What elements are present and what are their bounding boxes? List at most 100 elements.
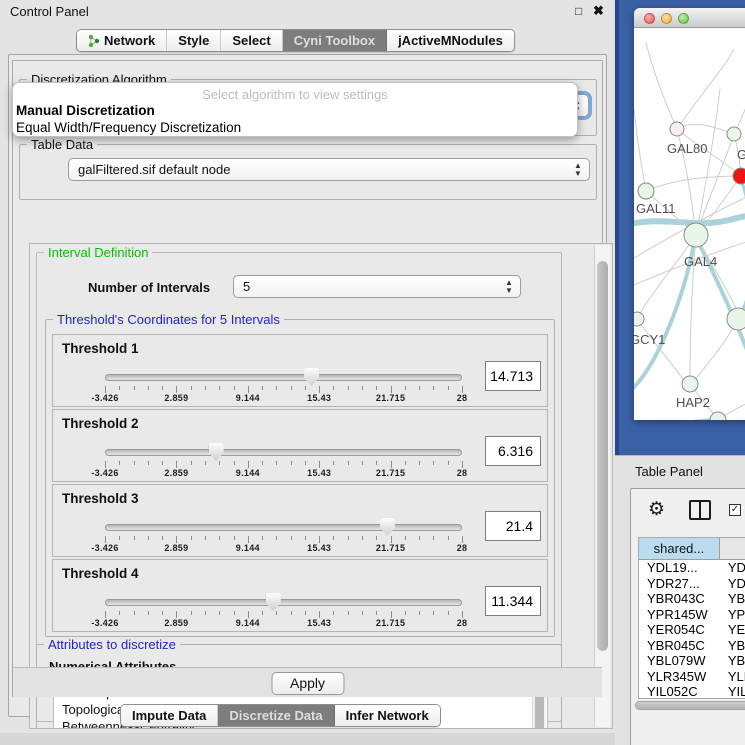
table-cell: YDR2 (720, 576, 745, 592)
table-cell: YER054C (639, 622, 720, 638)
screen: Control Panel □ ✖ Network Style Select Cyni… (0, 0, 745, 745)
tab-label: Network (104, 33, 155, 48)
control-panel-titlebar: Control Panel □ ✖ (0, 0, 615, 24)
menu-item-manual-discretization[interactable]: Manual Discretization (16, 103, 155, 118)
column-header-shared[interactable]: shared... (639, 538, 720, 559)
table-horizontal-scrollbar[interactable] (633, 700, 745, 711)
control-panel-title: Control Panel (10, 4, 89, 19)
table-row[interactable]: YDL19...YDL1 (639, 560, 745, 576)
float-window-icon[interactable]: □ (575, 4, 582, 18)
slider-ticks (105, 384, 462, 393)
threshold-value-field[interactable]: 14.713 (485, 361, 541, 391)
threshold-label: Threshold 3 (62, 491, 139, 506)
network-node-c[interactable] (733, 168, 745, 184)
table-cell: YBR0 (720, 591, 745, 607)
table-cell: YLR3 (720, 669, 745, 685)
table-data-group: Table Data galFiltered.sif default node … (19, 144, 597, 200)
tab-impute-data[interactable]: Impute Data (121, 705, 218, 726)
split-columns-icon[interactable] (689, 500, 711, 520)
table-row[interactable]: YBR043CYBR0 (639, 591, 745, 607)
network-node-h[interactable] (727, 308, 745, 330)
table-toolbar: ⚙ ✓ ✓ (631, 489, 745, 533)
table-cell: YDL1 (720, 560, 745, 576)
column-header-na[interactable]: na (720, 538, 745, 559)
table-row[interactable]: YPR145WYPR1 (639, 607, 745, 623)
table-cell: YER0 (720, 622, 745, 638)
apply-button[interactable]: Apply (271, 672, 344, 695)
table-data-combobox[interactable]: galFiltered.sif default node ▲▼ (68, 158, 590, 181)
menu-item-equal-width-discretization[interactable]: Equal Width/Frequency Discretization (16, 120, 241, 135)
slider-track[interactable] (105, 374, 462, 381)
table-row[interactable]: YER054CYER0 (639, 622, 745, 638)
network-node-ga[interactable] (727, 127, 741, 141)
node-label: GAL11 (636, 201, 676, 216)
tab-label: Style (178, 33, 209, 48)
table-data-value: galFiltered.sif default node (78, 162, 230, 177)
slider-track[interactable] (105, 449, 462, 456)
table-row[interactable]: YBR045CYBR0 (639, 638, 745, 654)
table-row[interactable]: YBL079WYBL0 (639, 653, 745, 669)
node-attribute-table[interactable]: shared...na YDL19...YDL1YDR27...YDR2YBR0… (638, 537, 745, 699)
table-cell: YLR345W (639, 669, 720, 685)
threshold-slider[interactable]: -3.4262.8599.14415.4321.71528 (105, 371, 462, 401)
close-traffic-icon[interactable] (644, 13, 655, 24)
table-data-title: Table Data (27, 137, 97, 152)
table-cell: YBL079W (639, 653, 720, 669)
table-row[interactable]: YIL052CYIL0 (639, 684, 745, 699)
network-node-gcy1[interactable] (634, 312, 644, 326)
network-window: GAL80GACGAL11GAL4GCY1HHAP2 (634, 8, 745, 420)
tab-jactivemnodules[interactable]: jActiveMNodules (387, 30, 514, 51)
thresholds-group-title: Threshold's Coordinates for 5 Intervals (53, 312, 284, 327)
minimize-traffic-icon[interactable] (661, 13, 672, 24)
tab-label: Cyni Toolbox (294, 33, 375, 48)
network-node-gal4[interactable] (684, 223, 708, 247)
slider-track[interactable] (105, 599, 462, 606)
slider-tick-labels: -3.4262.8599.14415.4321.71528 (105, 468, 462, 479)
settings-vertical-scrollbar[interactable] (594, 245, 610, 727)
table-panel-box: ⚙ ✓ ✓ shared...na YDL19...YDL1YDR27...YD… (630, 488, 745, 745)
tab-cyni-toolbox[interactable]: Cyni Toolbox (283, 30, 387, 51)
threshold-slider[interactable]: -3.4262.8599.14415.4321.71528 (105, 596, 462, 626)
zoom-traffic-icon[interactable] (678, 13, 689, 24)
table-row[interactable]: YLR345WYLR3 (639, 669, 745, 685)
tab-style[interactable]: Style (167, 30, 221, 51)
close-icon[interactable]: ✖ (593, 3, 604, 19)
cyni-toolbox-content: Discretization Algorithm ▲▼ Table Data g… (12, 60, 603, 697)
network-node-gal11[interactable] (638, 183, 654, 199)
table-panel-title: Table Panel (635, 464, 703, 479)
network-node-hap2[interactable] (682, 376, 698, 392)
threshold-value-field[interactable]: 11.344 (485, 586, 541, 616)
network-canvas[interactable]: GAL80GACGAL11GAL4GCY1HHAP2 (634, 29, 745, 420)
table-rows: YDL19...YDL1YDR27...YDR2YBR043CYBR0YPR14… (639, 560, 745, 699)
combo-arrows-icon: ▲▼ (504, 279, 514, 295)
table-cell: YBR043C (639, 591, 720, 607)
tab-label: Impute Data (132, 708, 206, 723)
tab-infer-network[interactable]: Infer Network (335, 705, 440, 726)
tab-discretize-data[interactable]: Discretize Data (218, 705, 334, 726)
table-cell: YDR27... (639, 576, 720, 592)
number-of-intervals-combobox[interactable]: 5 ▲▼ (233, 275, 521, 298)
threshold-block-1: Threshold 1-3.4262.8599.14415.4321.71528… (52, 334, 548, 407)
threshold-slider[interactable]: -3.4262.8599.14415.4321.71528 (105, 521, 462, 551)
tab-network[interactable]: Network (77, 30, 167, 51)
threshold-label: Threshold 2 (62, 416, 139, 431)
tab-label: Discretize Data (229, 708, 322, 723)
tab-select[interactable]: Select (221, 30, 282, 51)
number-of-intervals-label: Number of Intervals (88, 280, 210, 295)
threshold-value-field[interactable]: 6.316 (485, 436, 541, 466)
threshold-value-field[interactable]: 21.4 (485, 511, 541, 541)
slider-tick-labels: -3.4262.8599.14415.4321.71528 (105, 543, 462, 554)
node-label: HAP2 (676, 395, 710, 410)
slider-ticks (105, 609, 462, 618)
slider-tick-labels: -3.4262.8599.14415.4321.71528 (105, 393, 462, 404)
gear-icon[interactable]: ⚙ (648, 498, 665, 521)
checkbox-icon[interactable]: ✓ (729, 504, 741, 516)
slider-track[interactable] (105, 524, 462, 531)
threshold-block-2: Threshold 2 -3.4262.8599.14415.4321.71528… (52, 409, 548, 482)
right-side: GAL80GACGAL11GAL4GCY1HHAP2 Table Panel ⚙… (615, 0, 745, 745)
network-node-gal80[interactable] (670, 122, 684, 136)
threshold-slider[interactable]: -3.4262.8599.14415.4321.71528 (105, 446, 462, 476)
slider-tick-labels: -3.4262.8599.14415.4321.71528 (105, 618, 462, 629)
table-row[interactable]: YDR27...YDR2 (639, 576, 745, 592)
network-icon (88, 34, 100, 48)
